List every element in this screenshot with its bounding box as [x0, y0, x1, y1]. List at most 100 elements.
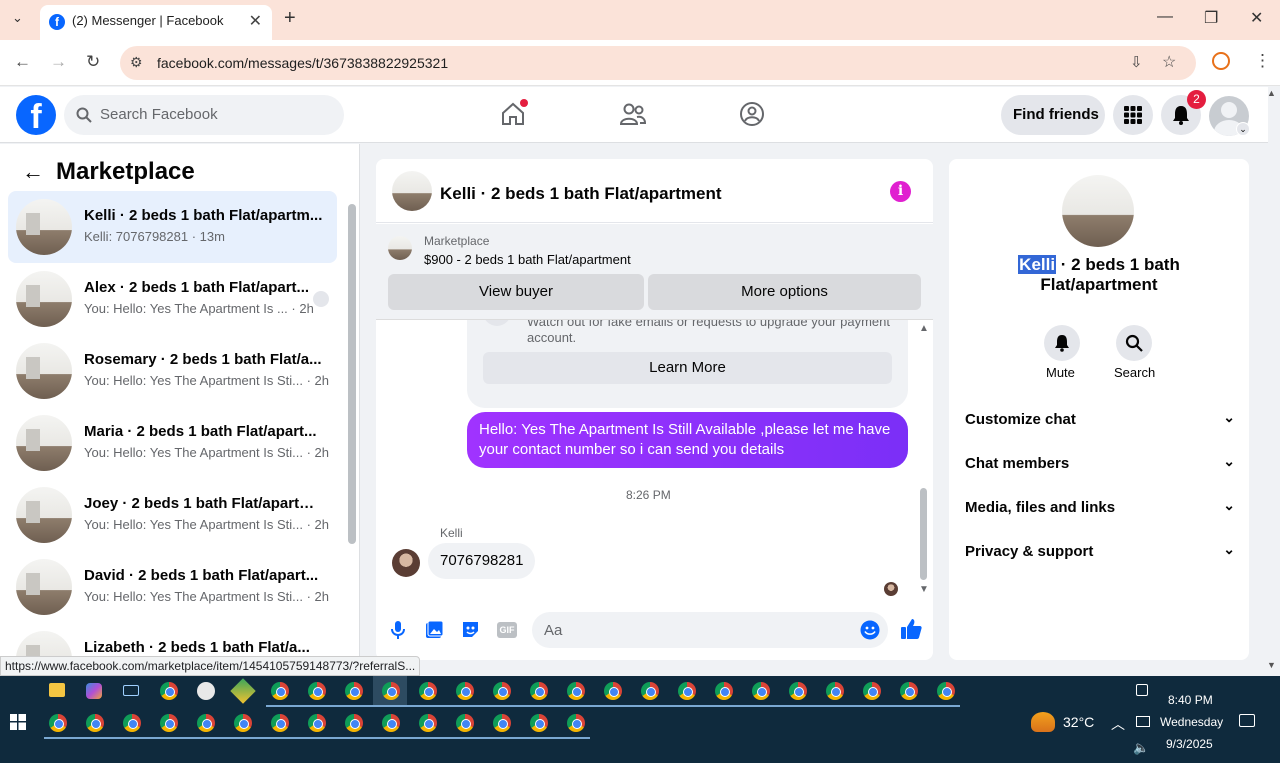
chat-title[interactable]: Kelli · 2 beds 1 bath Flat/apartment: [440, 184, 722, 204]
view-buyer-button[interactable]: View buyer: [388, 274, 644, 310]
media-files-links-section[interactable]: Media, files and links ⌄: [965, 487, 1235, 531]
chrome-icon[interactable]: [678, 682, 696, 700]
chrome-icon[interactable]: [197, 714, 215, 732]
chrome-icon[interactable]: [752, 682, 770, 700]
chrome-icon[interactable]: [493, 714, 511, 732]
conversation-item[interactable]: Alex · 2 beds 1 bath Flat/apart... You: …: [8, 263, 337, 335]
chrome-icon[interactable]: [123, 714, 141, 732]
scroll-down-icon[interactable]: ▼: [919, 584, 929, 595]
page-scroll-up-icon[interactable]: ▲: [1267, 88, 1276, 98]
temperature-text[interactable]: 32°C: [1063, 714, 1094, 730]
learn-more-button[interactable]: Learn More: [483, 352, 892, 384]
notifications-center-icon[interactable]: [1239, 714, 1255, 727]
restore-icon[interactable]: ❐: [1204, 8, 1218, 28]
clock-day[interactable]: Wednesday: [1160, 715, 1223, 729]
chrome-icon[interactable]: [160, 714, 178, 732]
profile-avatar[interactable]: [1062, 175, 1134, 247]
show-hidden-icons-icon[interactable]: ︿: [1111, 714, 1125, 734]
menu-button[interactable]: [1113, 95, 1153, 135]
chrome-icon[interactable]: [160, 682, 178, 700]
tab-search-chevron-icon[interactable]: ⌄: [12, 10, 23, 26]
app-icon[interactable]: [230, 678, 256, 704]
chrome-icon[interactable]: [382, 682, 400, 700]
copilot-icon[interactable]: [86, 683, 102, 699]
sticker-icon[interactable]: [461, 620, 480, 639]
account-chevron-icon[interactable]: ⌄: [1236, 122, 1250, 136]
customize-chat-section[interactable]: Customize chat ⌄: [965, 399, 1235, 443]
listing-price[interactable]: $900 - 2 beds 1 bath Flat/apartment: [424, 252, 631, 267]
chrome-icon[interactable]: [419, 714, 437, 732]
chrome-icon[interactable]: [493, 682, 511, 700]
facebook-logo-icon[interactable]: f: [16, 95, 56, 136]
groups-icon[interactable]: [739, 101, 765, 127]
incoming-message[interactable]: 7076798281: [428, 543, 536, 579]
back-arrow-icon[interactable]: ←: [14, 52, 31, 72]
back-arrow-icon[interactable]: ←: [22, 159, 44, 185]
gif-icon[interactable]: GIF: [497, 622, 517, 638]
chrome-icon[interactable]: [456, 682, 474, 700]
page-scroll-down-icon[interactable]: ▼: [1267, 660, 1276, 670]
chrome-icon[interactable]: [456, 714, 474, 732]
browser-tab[interactable]: f (2) Messenger | Facebook ✕: [40, 5, 272, 40]
chrome-icon[interactable]: [382, 714, 400, 732]
conversation-list-scrollbar[interactable]: [348, 204, 356, 544]
conversation-item[interactable]: Kelli · 2 beds 1 bath Flat/apartm... Kel…: [8, 191, 337, 263]
chrome-icon[interactable]: [826, 682, 844, 700]
search-chat-button[interactable]: [1116, 325, 1152, 361]
chrome-icon[interactable]: [567, 682, 585, 700]
thumbs-up-icon[interactable]: [900, 618, 922, 640]
chrome-icon[interactable]: [271, 682, 289, 700]
window-close-icon[interactable]: ✕: [1250, 8, 1263, 28]
chrome-icon[interactable]: [271, 714, 289, 732]
chrome-icon[interactable]: [937, 682, 955, 700]
message-input[interactable]: Aa: [532, 612, 888, 648]
facebook-search-input[interactable]: Search Facebook: [64, 95, 344, 135]
chrome-icon[interactable]: [789, 682, 807, 700]
chrome-icon[interactable]: [86, 714, 104, 732]
conversation-item[interactable]: Joey · 2 beds 1 bath Flat/apartm... You:…: [8, 479, 337, 551]
chrome-icon[interactable]: [900, 682, 918, 700]
app-icon[interactable]: [197, 682, 215, 700]
install-app-icon[interactable]: ⇩: [1130, 53, 1143, 71]
chrome-icon[interactable]: [345, 682, 363, 700]
weather-icon[interactable]: [1031, 712, 1055, 732]
site-info-icon[interactable]: ⚙: [130, 54, 143, 71]
outgoing-message[interactable]: Hello: Yes The Apartment Is Still Availa…: [467, 412, 908, 468]
chrome-icon[interactable]: [530, 714, 548, 732]
chrome-icon[interactable]: [530, 682, 548, 700]
chrome-icon[interactable]: [419, 682, 437, 700]
chat-avatar[interactable]: [392, 171, 432, 211]
conversation-item[interactable]: Maria · 2 beds 1 bath Flat/apart... You:…: [8, 407, 337, 479]
file-explorer-icon[interactable]: [49, 683, 65, 697]
chrome-icon[interactable]: [641, 682, 659, 700]
minimize-icon[interactable]: —: [1157, 8, 1173, 26]
privacy-support-section[interactable]: Privacy & support ⌄: [965, 531, 1235, 575]
chrome-icon[interactable]: [345, 714, 363, 732]
meet-now-icon[interactable]: [1136, 684, 1148, 696]
chrome-icon[interactable]: [308, 714, 326, 732]
conversation-item[interactable]: Rosemary · 2 beds 1 bath Flat/a... You: …: [8, 335, 337, 407]
emoji-icon[interactable]: [860, 620, 880, 640]
address-bar[interactable]: ⚙ facebook.com/messages/t/36738388229253…: [120, 46, 1196, 80]
clock-time[interactable]: 8:40 PM: [1168, 693, 1213, 707]
scroll-up-icon[interactable]: ▲: [919, 323, 929, 334]
mute-button[interactable]: [1044, 325, 1080, 361]
volume-icon[interactable]: 🔈: [1133, 740, 1149, 756]
clock-date[interactable]: 9/3/2025: [1166, 737, 1213, 751]
keyboard-icon[interactable]: [123, 685, 139, 696]
network-icon[interactable]: [1136, 716, 1150, 727]
tab-close-icon[interactable]: ✕: [249, 11, 262, 31]
photo-icon[interactable]: [425, 620, 444, 639]
bookmark-star-icon[interactable]: ☆: [1162, 52, 1176, 72]
find-friends-button[interactable]: Find friends: [1001, 95, 1105, 135]
forward-arrow-icon[interactable]: →: [50, 52, 67, 72]
chrome-icon[interactable]: [715, 682, 733, 700]
windows-start-icon[interactable]: [10, 714, 26, 730]
chrome-icon[interactable]: [863, 682, 881, 700]
microphone-icon[interactable]: [391, 620, 405, 640]
more-options-button[interactable]: More options: [648, 274, 921, 310]
chrome-icon[interactable]: [234, 714, 252, 732]
sender-avatar[interactable]: [392, 549, 420, 577]
info-icon[interactable]: i: [890, 181, 911, 202]
chrome-icon[interactable]: [567, 714, 585, 732]
